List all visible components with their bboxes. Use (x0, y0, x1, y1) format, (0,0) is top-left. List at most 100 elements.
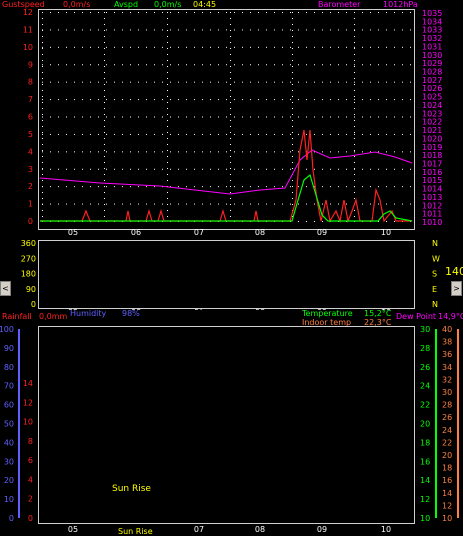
gust-axis-tick: 8 (28, 78, 33, 87)
baro-axis-tick: 1022 (422, 118, 442, 127)
temp-axis-tick: 10 (420, 514, 430, 523)
indoor-axis-tick: 12 (442, 501, 452, 510)
indoor-axis-tick: 36 (442, 350, 452, 359)
indoor-axis-tick: 18 (442, 464, 452, 473)
rain-axis-tick: 4 (28, 475, 33, 484)
temp-axis-tick: 12 (420, 495, 430, 504)
gust-axis-tick: 2 (28, 182, 33, 191)
day-tick: 07 (194, 525, 204, 534)
baro-axis-tick: 1027 (422, 76, 442, 85)
wind-dir-axis-tick: 90 (26, 285, 36, 294)
rain-axis-tick: 14 (23, 379, 33, 388)
indoor-axis-tick: 32 (442, 375, 452, 384)
gust-axis-tick: 0 (28, 217, 33, 226)
dew-point-value: 14,9°C (438, 312, 463, 321)
current-time: 04:45 (193, 0, 217, 9)
humidity-temperature-panel (38, 326, 415, 524)
day-tick: 09 (317, 525, 327, 534)
barometer-label: Barometer (318, 0, 361, 9)
gust-axis-tick: 9 (28, 60, 33, 69)
indoor-axis-bar (457, 329, 459, 518)
humidity-axis-tick: 80 (4, 363, 14, 372)
rain-axis-tick: 12 (23, 398, 33, 407)
temp-axis-tick: 20 (420, 420, 430, 429)
compass-label: N (432, 239, 438, 248)
baro-axis-tick: 1026 (422, 84, 442, 93)
baro-axis-tick: 1010 (422, 218, 442, 227)
indoor-axis-tick: 40 (442, 325, 452, 334)
gustspeed-value: 0,0m/s (63, 0, 91, 9)
humidity-axis-tick: 70 (4, 382, 14, 391)
temp-axis-bar (435, 329, 437, 518)
gust-axis-tick: 5 (28, 130, 33, 139)
baro-axis-tick: 1032 (422, 34, 442, 43)
day-tick: 08 (255, 525, 265, 534)
rain-axis-tick: 10 (23, 418, 33, 427)
baro-axis-tick: 1019 (422, 143, 442, 152)
temp-axis-tick: 26 (420, 363, 430, 372)
baro-axis-tick: 1015 (422, 176, 442, 185)
rainfall-value: 0,0mm (39, 312, 68, 321)
wind-dir-axis-tick: 270 (21, 254, 36, 263)
wind-direction-value: 140° (445, 265, 463, 278)
baro-axis-tick: 1020 (422, 134, 442, 143)
humidity-axis-tick: 50 (4, 420, 14, 429)
humidity-axis-tick: 60 (4, 401, 14, 410)
temp-axis-tick: 14 (420, 476, 430, 485)
temp-axis-tick: 18 (420, 438, 430, 447)
compass-label: N (432, 300, 438, 309)
baro-axis-tick: 1034 (422, 17, 442, 26)
humidity-axis-tick: 0 (9, 514, 14, 523)
temperature-value: 15,2°C (364, 309, 392, 318)
gust-axis-tick: 3 (28, 165, 33, 174)
temp-axis-tick: 30 (420, 325, 430, 334)
indoor-axis-tick: 38 (442, 338, 452, 347)
baro-axis-tick: 1033 (422, 26, 442, 35)
sunrise-axis-label: Sun Rise (118, 527, 153, 536)
day-tick: 05 (68, 525, 78, 534)
baro-axis-tick: 1030 (422, 51, 442, 60)
indoor-axis-tick: 34 (442, 363, 452, 372)
baro-axis-tick: 1024 (422, 101, 442, 110)
gust-axis-tick: 10 (23, 43, 33, 52)
rain-axis-tick: 0 (28, 514, 33, 523)
indoor-axis-tick: 16 (442, 476, 452, 485)
rainfall-label: Rainfall (2, 312, 32, 321)
wind-dir-axis-tick: 0 (31, 300, 36, 309)
indoor-axis-tick: 28 (442, 401, 452, 410)
wind-barometer-panel (38, 9, 415, 230)
rain-axis-tick: 6 (28, 456, 33, 465)
baro-axis-tick: 1029 (422, 59, 442, 68)
avspd-label: Avspd (114, 0, 139, 9)
baro-axis-tick: 1021 (422, 126, 442, 135)
baro-axis-tick: 1011 (422, 210, 442, 219)
compass-label: W (432, 254, 440, 263)
gust-axis-tick: 4 (28, 147, 33, 156)
rain-axis-tick: 8 (28, 437, 33, 446)
baro-axis-tick: 1013 (422, 193, 442, 202)
baro-axis-tick: 1035 (422, 9, 442, 18)
sunrise-marker-label: Sun Rise (112, 484, 151, 494)
humidity-axis-bar (18, 329, 20, 518)
scroll-left-button[interactable]: < (0, 281, 11, 296)
humidity-axis-tick: 20 (4, 476, 14, 485)
gust-axis-tick: 1 (28, 200, 33, 209)
wind-dir-axis-tick: 180 (21, 270, 36, 279)
humidity-axis-tick: 10 (4, 495, 14, 504)
indoor-axis-tick: 26 (442, 413, 452, 422)
temp-axis-tick: 28 (420, 344, 430, 353)
gustspeed-label: Gustspeed (2, 0, 45, 9)
baro-axis-tick: 1028 (422, 68, 442, 77)
wind-dir-axis-tick: 360 (21, 239, 36, 248)
indoor-axis-tick: 24 (442, 426, 452, 435)
scroll-right-button[interactable]: > (451, 281, 462, 296)
avspd-value: 0,0m/s (154, 0, 182, 9)
temp-axis-tick: 16 (420, 457, 430, 466)
rain-axis-tick: 2 (28, 495, 33, 504)
gust-axis-tick: 7 (28, 95, 33, 104)
indoor-axis-tick: 30 (442, 388, 452, 397)
dew-point-label: Dew Point (396, 312, 437, 321)
baro-axis-tick: 1016 (422, 168, 442, 177)
compass-label: E (432, 285, 437, 294)
baro-axis-tick: 1031 (422, 42, 442, 51)
